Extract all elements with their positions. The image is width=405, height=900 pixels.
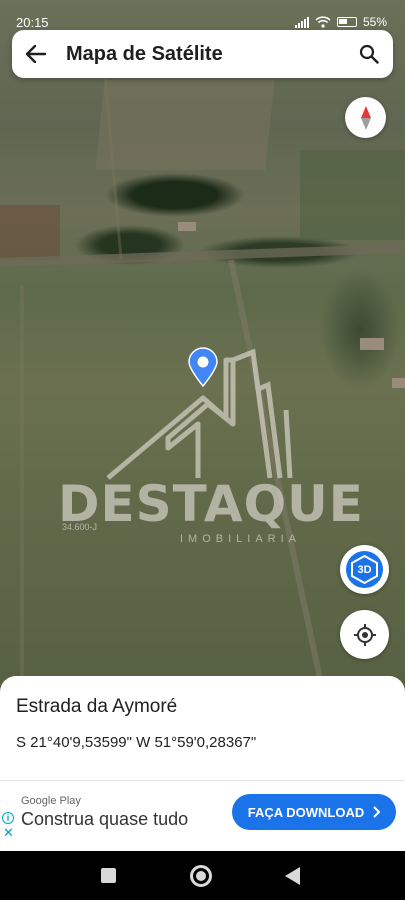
map-road xyxy=(0,243,405,267)
ad-download-button[interactable]: FAÇA DOWNLOAD xyxy=(232,794,396,830)
my-location-icon xyxy=(353,623,376,646)
map-building xyxy=(360,338,384,350)
search-button[interactable] xyxy=(345,30,393,78)
arrow-left-icon xyxy=(26,45,46,63)
map-field xyxy=(0,205,60,260)
ad-close-icon[interactable]: ✕ xyxy=(3,825,14,841)
ad-headline[interactable]: Construa quase tudo xyxy=(21,809,188,830)
map-field xyxy=(95,80,275,170)
home-button[interactable] xyxy=(190,865,212,887)
compass-icon xyxy=(360,105,371,130)
app-top-bar: Mapa de Satélite xyxy=(12,30,393,78)
ad-banner[interactable]: i ✕ Google Play Construa quase tudo FAÇA… xyxy=(0,780,405,851)
chevron-right-icon xyxy=(373,806,381,818)
watermark-creci: 34.600-J xyxy=(62,522,98,532)
ad-sponsor: Google Play xyxy=(21,795,81,807)
location-pin-icon[interactable] xyxy=(187,347,219,388)
status-icons: 55% xyxy=(294,15,387,29)
system-back-button[interactable] xyxy=(285,867,300,885)
watermark-brand: DESTAQUE xyxy=(58,475,364,533)
status-bar: 20:15 55% xyxy=(0,0,405,30)
watermark-subtitle: IMOBILIARIA xyxy=(180,533,302,545)
place-name: Estrada da Aymoré xyxy=(16,696,178,717)
map-field xyxy=(300,150,405,240)
back-button[interactable] xyxy=(12,30,60,78)
battery-percent: 55% xyxy=(362,15,387,29)
compass-button[interactable] xyxy=(345,97,386,138)
place-info-sheet[interactable]: Estrada da Aymoré S 21°40'9,53599" W 51°… xyxy=(0,676,405,780)
ad-cta-label: FAÇA DOWNLOAD xyxy=(247,804,365,820)
map-building xyxy=(178,222,196,231)
wifi-icon xyxy=(315,16,331,28)
page-title: Mapa de Satélite xyxy=(66,42,223,65)
signal-icon xyxy=(294,16,309,28)
status-time: 20:15 xyxy=(16,15,49,30)
search-icon xyxy=(359,44,379,64)
battery-icon xyxy=(336,17,357,27)
map-building xyxy=(392,378,405,388)
my-location-button[interactable] xyxy=(340,610,389,659)
ad-info-icon[interactable]: i xyxy=(2,812,14,824)
system-nav-bar xyxy=(0,851,405,900)
place-coordinates: S 21°40'9,53599" W 51°59'0,28367" xyxy=(16,734,257,751)
map-track xyxy=(20,285,24,700)
recent-apps-button[interactable] xyxy=(101,868,116,883)
satellite-map[interactable]: DESTAQUE 34.600-J IMOBILIARIA xyxy=(0,0,405,700)
3d-view-button[interactable]: 3D xyxy=(340,545,389,594)
3d-label: 3D xyxy=(357,563,372,576)
